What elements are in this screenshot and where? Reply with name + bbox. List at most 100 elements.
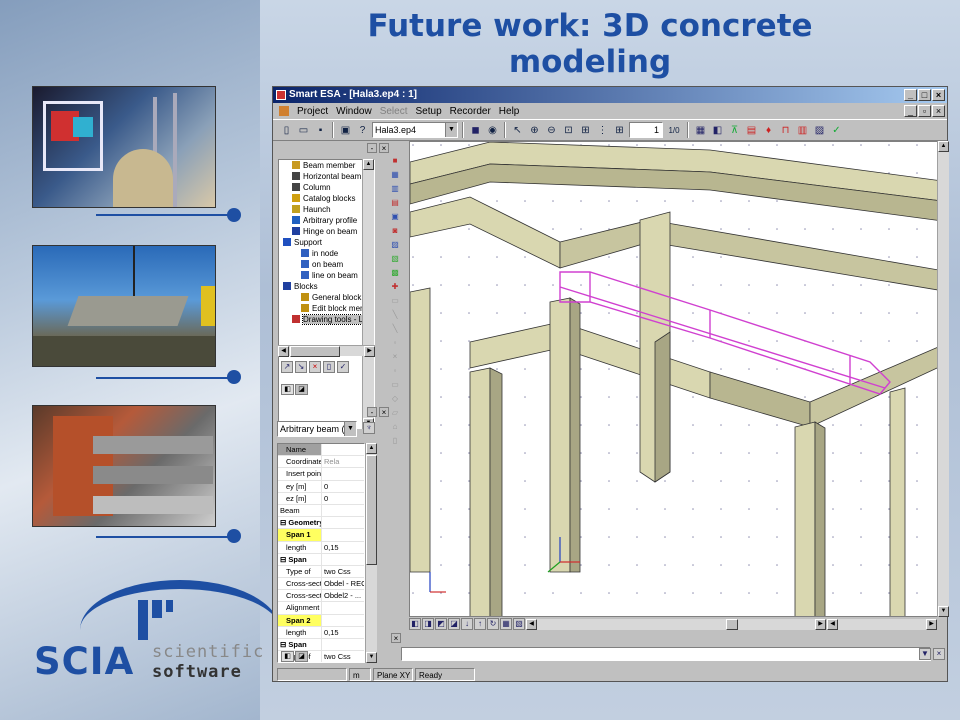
property-row[interactable]: Cross-secti Obdel2 - ...	[278, 590, 364, 603]
cmd-clear-icon[interactable]: ×	[933, 648, 945, 660]
property-row[interactable]: length 0,15	[278, 626, 364, 639]
property-row[interactable]: ⊟ Span	[278, 639, 364, 652]
props-minimize-icon[interactable]: -	[367, 407, 377, 417]
property-row[interactable]: length 0,15	[278, 541, 364, 554]
property-value[interactable]: two Css	[322, 651, 364, 662]
viewport-hscroll-2[interactable]: ◀ ▶	[827, 618, 937, 630]
property-value[interactable]	[322, 517, 364, 528]
property-row[interactable]: Beam	[278, 504, 364, 518]
panel-close-icon[interactable]: ×	[379, 143, 389, 153]
table-icon[interactable]: ▤	[744, 123, 759, 138]
gray-tool-3-icon[interactable]: ╲	[389, 323, 401, 335]
tree-vscroll[interactable]: ▲ ▼	[362, 159, 374, 429]
tree-item[interactable]: Beam member	[279, 160, 374, 171]
load-icon[interactable]: ⊼	[727, 123, 742, 138]
property-row[interactable]: ⊟ Geometry	[278, 517, 364, 530]
window-titlebar[interactable]: Smart ESA - [Hala3.ep4 : 1] _ □ ×	[273, 87, 947, 103]
gray-tool-9-icon[interactable]: ▱	[389, 407, 401, 419]
property-value[interactable]	[322, 444, 364, 455]
tab-structure[interactable]: ◧	[281, 384, 294, 395]
property-value[interactable]: 0,15	[322, 627, 364, 638]
gray-tool-7-icon[interactable]: ▭	[389, 379, 401, 391]
property-value[interactable]: 0	[322, 493, 364, 504]
zoom-out-icon[interactable]: ⊖	[544, 123, 559, 138]
gray-tool-2-icon[interactable]: ╲	[389, 309, 401, 321]
cmd-close-icon[interactable]: ×	[391, 633, 401, 643]
menu-recorder[interactable]: Recorder	[450, 106, 491, 117]
support-icon[interactable]: ▣	[389, 211, 401, 223]
mdi-minimize-icon[interactable]: _	[904, 105, 917, 117]
props-close-icon[interactable]: ×	[379, 407, 389, 417]
menu-setup[interactable]: Setup	[416, 106, 442, 117]
slab-icon[interactable]: ▤	[389, 197, 401, 209]
tree-item[interactable]: line on beam	[279, 270, 374, 281]
viewport-vscroll[interactable]: ▲ ▼	[937, 141, 949, 617]
menu-select[interactable]: Select	[380, 106, 408, 117]
insert-icon[interactable]: ↗	[281, 361, 293, 373]
help-icon[interactable]: ?	[355, 123, 370, 138]
view-side-icon[interactable]: ◩	[435, 618, 447, 630]
mesh-icon[interactable]: ▧	[389, 253, 401, 265]
property-value[interactable]: Obdel - REC	[322, 578, 364, 589]
menu-help[interactable]: Help	[499, 106, 520, 117]
property-row[interactable]: ey [m] 0	[278, 480, 364, 493]
property-value[interactable]	[322, 505, 364, 516]
result-icon[interactable]: ♦	[761, 123, 776, 138]
property-value[interactable]	[322, 529, 364, 540]
delete-icon[interactable]: ×	[309, 361, 321, 373]
command-input[interactable]	[401, 647, 931, 661]
settings-icon[interactable]: ✓	[829, 123, 844, 138]
menu-project[interactable]: Project	[297, 106, 328, 117]
property-value[interactable]: 0,15	[322, 542, 364, 553]
load-case-icon[interactable]: ▨	[389, 239, 401, 251]
tree-item[interactable]: Horizontal beam	[279, 171, 374, 182]
zoom-window-icon[interactable]: ⊡	[561, 123, 576, 138]
gray-tool-1-icon[interactable]: ▭	[389, 295, 401, 307]
column-icon[interactable]: ▥	[389, 183, 401, 195]
table-view-icon[interactable]: ▦	[500, 618, 512, 630]
camera-icon[interactable]: ◉	[485, 123, 500, 138]
tree-hscroll[interactable]: ◀ ▶	[278, 345, 375, 357]
print-icon[interactable]: ▨	[812, 123, 827, 138]
tree-item[interactable]: Hinge on beam	[279, 226, 374, 237]
tree-item[interactable]: Haunch	[279, 204, 374, 215]
mdi-close-icon[interactable]: ×	[932, 105, 945, 117]
gray-tool-5-icon[interactable]: ×	[389, 351, 401, 363]
property-value[interactable]	[322, 554, 364, 565]
model-viewport[interactable]	[409, 141, 949, 617]
properties-icon[interactable]: ▯	[323, 361, 335, 373]
gray-tool-6-icon[interactable]: ◦	[389, 365, 401, 377]
maximize-icon[interactable]: □	[918, 89, 931, 101]
new-file-icon[interactable]: ▯	[279, 123, 294, 138]
tree-item[interactable]: Support	[279, 237, 374, 248]
property-value[interactable]: 0	[322, 481, 364, 492]
layers-icon[interactable]: ▧	[513, 618, 525, 630]
gray-tool-4-icon[interactable]: ◦	[389, 337, 401, 349]
zoom-all-icon[interactable]: ⊞	[578, 123, 593, 138]
property-row[interactable]: Cross-secti Obdel - REC	[278, 578, 364, 591]
tree-item[interactable]: Drawing tools - Line	[279, 314, 374, 325]
view-front-icon[interactable]: ◧	[409, 618, 421, 630]
beam-icon[interactable]: ▦	[389, 169, 401, 181]
block-icon[interactable]: ▩	[389, 267, 401, 279]
tree-item[interactable]: Catalog blocks	[279, 193, 374, 204]
grid-icon[interactable]: ⋮	[595, 123, 610, 138]
hinge-icon[interactable]: ◙	[389, 225, 401, 237]
property-value[interactable]: Rela	[322, 456, 364, 467]
node-icon[interactable]: ■	[389, 155, 401, 167]
diagram-icon[interactable]: ⊓	[778, 123, 793, 138]
tree-item[interactable]: on beam	[279, 259, 374, 270]
tab-drawing[interactable]: ◪	[295, 384, 308, 395]
mdi-restore-icon[interactable]: ▫	[918, 105, 931, 117]
property-row[interactable]: Insert point	[278, 468, 364, 481]
file-combo[interactable]: Hala3.ep4 ▼	[372, 122, 458, 138]
edit-icon[interactable]: ↘	[295, 361, 307, 373]
window-icon[interactable]: ▣	[338, 123, 353, 138]
panel-minimize-icon[interactable]: -	[367, 143, 377, 153]
viewport-hscroll[interactable]: ◀ ▶	[526, 618, 826, 630]
report-icon[interactable]: ▥	[795, 123, 810, 138]
gray-tool-8-icon[interactable]: ◇	[389, 393, 401, 405]
move-down-icon[interactable]: ↓	[461, 618, 473, 630]
gray-tool-10-icon[interactable]: ⌂	[389, 421, 401, 433]
tab-props-1[interactable]: ◧	[281, 651, 294, 662]
